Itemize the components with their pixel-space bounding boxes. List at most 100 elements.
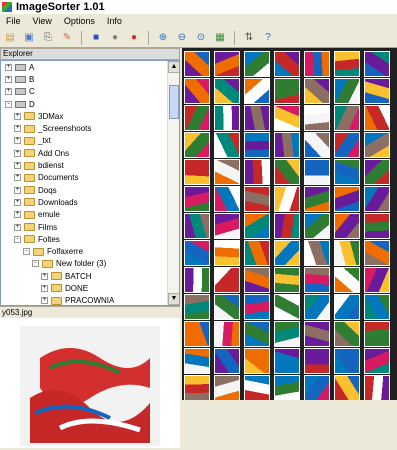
thumbnail[interactable] (364, 51, 390, 77)
expand-icon[interactable]: + (41, 284, 48, 292)
thumbnail[interactable] (184, 240, 210, 266)
thumbnail[interactable] (334, 159, 360, 185)
thumbnail[interactable] (214, 240, 240, 266)
thumbnail[interactable] (334, 240, 360, 266)
tree-item[interactable]: -D (1, 98, 179, 110)
thumbnail[interactable] (364, 294, 390, 320)
tree-scrollbar[interactable]: ▲ ▼ (167, 61, 179, 305)
tree-item[interactable]: +3DMax (1, 110, 179, 122)
thumbnail[interactable] (184, 132, 210, 158)
sort-icon[interactable]: ⇅ (241, 30, 257, 46)
thumbnail[interactable] (184, 375, 210, 400)
expand-icon[interactable]: + (41, 297, 48, 305)
tree-item[interactable]: + Add Ons (1, 147, 179, 159)
thumbnail[interactable] (184, 348, 210, 374)
thumbnail[interactable] (214, 105, 240, 131)
tree-item[interactable]: - Folfaxerre (1, 245, 179, 257)
scroll-down-icon[interactable]: ▼ (168, 293, 179, 305)
thumbnail[interactable] (214, 294, 240, 320)
thumbnail[interactable] (334, 105, 360, 131)
thumbnail[interactable] (364, 348, 390, 374)
thumbnail[interactable] (274, 240, 300, 266)
thumbnail[interactable] (304, 240, 330, 266)
menu-info[interactable]: Info (101, 16, 128, 26)
tree-item[interactable]: - New folder (3) (1, 258, 179, 270)
thumbnail[interactable] (334, 213, 360, 239)
tree-item[interactable]: + DONE (1, 282, 179, 294)
thumbnail[interactable] (274, 159, 300, 185)
expand-icon[interactable]: + (14, 211, 21, 219)
thumbnail[interactable] (334, 132, 360, 158)
thumbnail[interactable] (304, 294, 330, 320)
thumbnail[interactable] (364, 321, 390, 347)
menu-view[interactable]: View (27, 16, 58, 26)
thumbnail[interactable] (364, 78, 390, 104)
expand-icon[interactable]: + (14, 198, 21, 206)
thumbnail[interactable] (214, 186, 240, 212)
thumbnail[interactable] (274, 78, 300, 104)
thumbnail[interactable] (244, 132, 270, 158)
thumbnail[interactable] (244, 186, 270, 212)
thumbnail[interactable] (304, 78, 330, 104)
thumbnail[interactable] (244, 51, 270, 77)
thumbnail[interactable] (274, 132, 300, 158)
copy-icon[interactable]: ⎘ (40, 30, 56, 46)
thumbnail[interactable] (334, 267, 360, 293)
collapse-icon[interactable]: - (23, 248, 30, 256)
thumbnail[interactable] (244, 294, 270, 320)
thumbnail[interactable] (214, 159, 240, 185)
thumbnail[interactable] (244, 240, 270, 266)
thumbnail[interactable] (304, 321, 330, 347)
thumbnail[interactable] (364, 375, 390, 400)
thumbnail[interactable] (304, 213, 330, 239)
tree-item[interactable]: + B (1, 73, 179, 85)
thumbnail[interactable] (304, 348, 330, 374)
thumbnail[interactable] (364, 132, 390, 158)
circle-red-icon[interactable]: ● (126, 30, 142, 46)
tree-item[interactable]: + Documents (1, 172, 179, 184)
thumbnail[interactable] (244, 105, 270, 131)
thumbnail[interactable] (184, 294, 210, 320)
thumbnail[interactable] (334, 294, 360, 320)
thumbnail[interactable] (214, 348, 240, 374)
tree-item[interactable]: + bdienst (1, 159, 179, 171)
folder-save-icon[interactable]: ▣ (21, 30, 37, 46)
scroll-thumb[interactable] (169, 85, 179, 119)
thumbnail[interactable] (364, 240, 390, 266)
thumbnail[interactable] (244, 78, 270, 104)
thumbnail[interactable] (364, 267, 390, 293)
tree-item[interactable]: + Films (1, 221, 179, 233)
expand-icon[interactable]: + (5, 88, 12, 96)
thumbnail[interactable] (274, 186, 300, 212)
expand-icon[interactable]: + (14, 223, 21, 231)
scroll-up-icon[interactable]: ▲ (168, 61, 179, 73)
expand-icon[interactable]: + (14, 125, 21, 133)
thumbnail[interactable] (274, 294, 300, 320)
thumbnail[interactable] (184, 78, 210, 104)
expand-icon[interactable]: + (14, 112, 21, 120)
thumbnail[interactable] (244, 159, 270, 185)
thumbnail[interactable] (274, 348, 300, 374)
thumbnail[interactable] (214, 267, 240, 293)
tree-item[interactable]: + _Screenshoots (1, 122, 179, 134)
collapse-icon[interactable]: - (5, 100, 12, 108)
collapse-icon[interactable]: - (32, 260, 39, 268)
tree-item[interactable]: + BATCH (1, 270, 179, 282)
thumbnail[interactable] (184, 105, 210, 131)
expand-icon[interactable]: + (14, 162, 21, 170)
thumbnail[interactable] (214, 375, 240, 400)
thumbnail[interactable] (334, 375, 360, 400)
thumbnail[interactable] (244, 267, 270, 293)
thumbnail[interactable] (364, 186, 390, 212)
zoom-reset-icon[interactable]: ⊙ (193, 30, 209, 46)
thumbnail[interactable] (364, 105, 390, 131)
thumbnail[interactable] (274, 105, 300, 131)
thumbnail[interactable] (274, 51, 300, 77)
thumbnail[interactable] (244, 375, 270, 400)
help-icon[interactable]: ? (260, 30, 276, 46)
thumbnail[interactable] (184, 267, 210, 293)
thumbnail[interactable] (304, 186, 330, 212)
expand-icon[interactable]: + (5, 75, 12, 83)
thumbnail[interactable] (244, 213, 270, 239)
thumbnail[interactable] (334, 78, 360, 104)
